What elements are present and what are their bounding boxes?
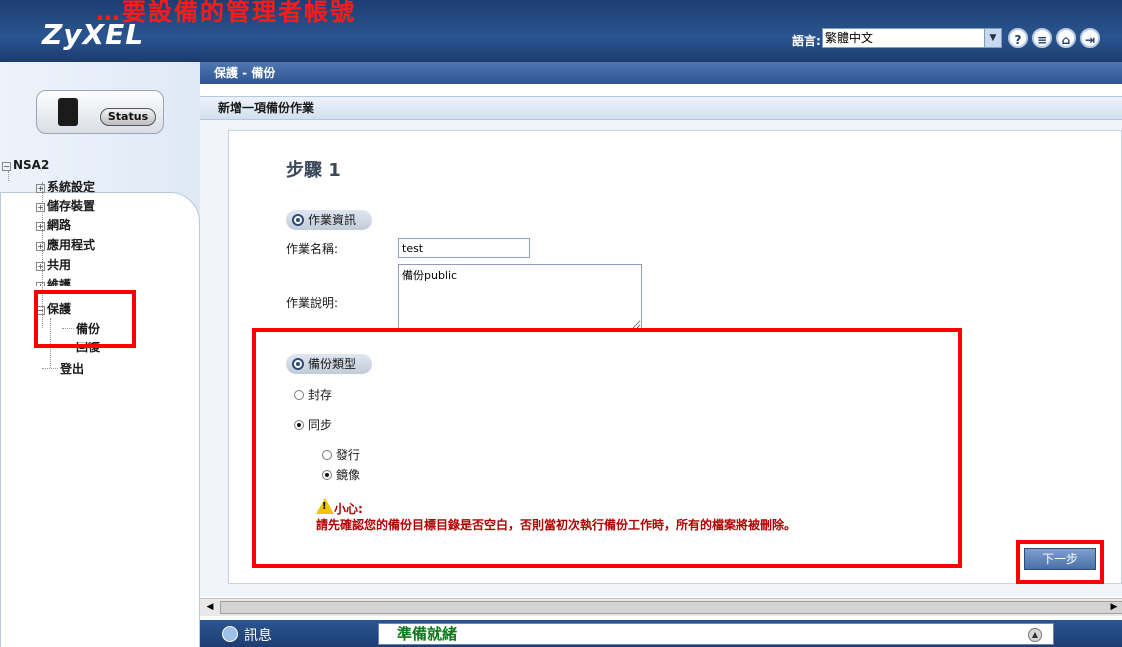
status-footer: 訊息 準備就緒 ▲ — [200, 620, 1122, 647]
tree-item-sharing[interactable]: + 共用 — [36, 256, 71, 273]
highlight-box-sidebar — [34, 290, 136, 348]
language-selected-value: 繁體中文 — [825, 31, 874, 45]
collapse-icon[interactable]: − — [2, 162, 11, 171]
sidebar: Status — [0, 62, 200, 647]
tree-root-nsa2[interactable]: − NSA2 — [2, 158, 49, 172]
job-description-label: 作業說明: — [286, 296, 339, 310]
zyxel-logo: ZyXEL — [42, 18, 145, 51]
tree-item-logout[interactable]: 登出 — [60, 360, 84, 377]
status-button[interactable]: Status — [100, 108, 156, 126]
message-label: 訊息 — [244, 628, 272, 644]
home-icon[interactable]: ⌂ — [1056, 28, 1076, 48]
language-label: 語言: — [792, 34, 821, 48]
highlight-box-next-button — [1016, 540, 1104, 584]
section-bullet-icon — [292, 214, 304, 226]
expand-up-icon[interactable]: ▲ — [1028, 628, 1042, 642]
help-icon[interactable]: ? — [1008, 28, 1028, 48]
highlight-box-backup-type — [252, 328, 962, 568]
horizontal-scrollbar[interactable]: ◀ ▶ — [200, 598, 1122, 616]
job-name-label: 作業名稱: — [286, 242, 339, 256]
step-title: 步驟 1 — [286, 160, 341, 181]
notes-icon[interactable]: ≡ — [1032, 28, 1052, 48]
job-name-input[interactable] — [398, 238, 530, 258]
tree-item-storage[interactable]: + 儲存裝置 — [36, 197, 95, 214]
status-message: 準備就緒 — [378, 623, 1054, 645]
sidebar-tree-panel — [0, 192, 200, 647]
tree-item-network[interactable]: + 網路 — [36, 216, 71, 233]
logout-icon[interactable]: ⇥ — [1080, 28, 1100, 48]
tree-item-applications[interactable]: + 應用程式 — [36, 236, 95, 253]
tree-item-system-settings[interactable]: + 系統設定 — [36, 178, 95, 195]
expand-icon[interactable]: + — [36, 282, 45, 286]
app-window: …要設備的管理者帳號 ZyXEL 語言: 繁體中文 ▼ ? ≡ ⌂ ⇥ Stat… — [0, 0, 1122, 647]
tree-connector — [8, 171, 9, 181]
page-subheader: 新增一項備份作業 — [200, 96, 1122, 120]
message-icon — [222, 626, 238, 642]
job-description-textarea[interactable]: 備份public — [398, 264, 642, 330]
expand-icon[interactable]: + — [36, 262, 45, 271]
expand-icon[interactable]: + — [36, 203, 45, 212]
expand-icon[interactable]: + — [36, 222, 45, 231]
scroll-right-icon[interactable]: ▶ — [1107, 601, 1121, 614]
expand-icon[interactable]: + — [36, 242, 45, 251]
breadcrumb: 保護 - 備份 — [200, 62, 1122, 84]
dropdown-arrow-icon[interactable]: ▼ — [984, 29, 1001, 47]
language-select[interactable]: 繁體中文 ▼ — [822, 28, 1002, 48]
scrollbar-thumb[interactable] — [220, 601, 1122, 614]
expand-icon[interactable]: + — [36, 184, 45, 193]
nas-device-icon — [58, 98, 78, 126]
job-info-section-header: 作業資訊 — [286, 210, 373, 230]
tree-item-maintenance[interactable]: +維護 — [36, 276, 71, 286]
scroll-left-icon[interactable]: ◀ — [203, 601, 217, 614]
tree-connector — [42, 368, 58, 369]
